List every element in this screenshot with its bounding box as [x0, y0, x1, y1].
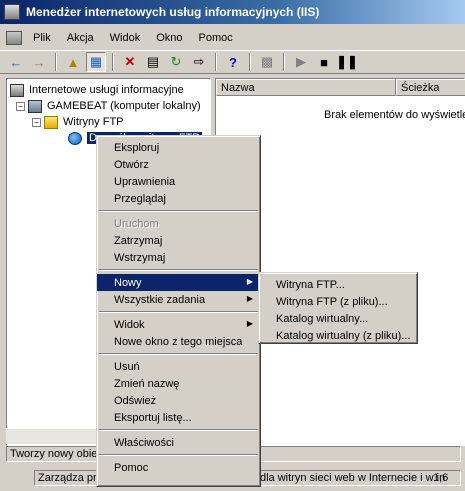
tree-item-label: Internetowe usługi informacyjne	[29, 84, 184, 96]
toolbar-separator	[112, 53, 114, 71]
delete-icon[interactable]: ✕	[120, 52, 140, 72]
folder-icon	[44, 115, 58, 129]
menu-akcja[interactable]: Akcja	[60, 30, 101, 46]
menu-separator	[97, 308, 260, 316]
menu-item-pomoc[interactable]: Pomoc	[97, 459, 260, 476]
toolbar-separator	[249, 53, 251, 71]
menu-item-eksportuj-liste[interactable]: Eksportuj listę...	[97, 409, 260, 426]
menu-plik[interactable]: Plik	[26, 30, 58, 46]
list-header: Nazwa Ścieżka	[216, 79, 465, 96]
menu-separator	[97, 426, 260, 434]
window-title: Menedżer internetowych usług informacyjn…	[26, 5, 320, 19]
menu-separator	[97, 350, 260, 358]
menu-item-katalog-wirtualny-z-pliku[interactable]: Katalog wirtualny (z pliku)...	[259, 327, 417, 344]
tree-item-computer[interactable]: − GAMEBEAT (komputer lokalny)	[16, 98, 201, 114]
ftp-site-icon	[68, 131, 82, 145]
status-bar-text-3: 1,6	[433, 472, 449, 484]
menu-item-otworz[interactable]: Otwórz	[97, 156, 260, 173]
menu-item-nowy[interactable]: Nowy ▶	[97, 274, 260, 291]
toolbar-separator	[55, 53, 57, 71]
up-folder-icon[interactable]: ▲	[63, 52, 83, 72]
menu-item-przegladaj[interactable]: Przeglądaj	[97, 190, 260, 207]
menu-separator	[97, 207, 260, 215]
play-icon[interactable]: ▶	[291, 52, 311, 72]
submenu-arrow-icon: ▶	[246, 319, 253, 328]
status-bar-text: Zarządza pr	[38, 472, 97, 484]
column-header-path[interactable]: Ścieżka	[396, 79, 465, 96]
submenu-nowy: Witryna FTP... Witryna FTP (z pliku)... …	[258, 272, 418, 344]
toolbar-separator	[215, 53, 217, 71]
menu-item-wlasciwosci[interactable]: Właściwości	[97, 434, 260, 451]
status-bar-text-2: dla witryn sieci web w Internecie i w in	[260, 472, 446, 484]
show-tree-icon[interactable]: ▦	[86, 52, 106, 72]
collapse-icon[interactable]: −	[16, 101, 25, 111]
menu-item-zatrzymaj[interactable]: Zatrzymaj	[97, 232, 260, 249]
menu-item-eksploruj[interactable]: Eksploruj	[97, 139, 260, 156]
tree-item-iis-root[interactable]: Internetowe usługi informacyjne	[10, 82, 184, 98]
forward-icon[interactable]: →	[29, 52, 49, 72]
menu-item-label: Widok	[114, 318, 145, 331]
toolbar-separator	[283, 53, 285, 71]
column-header-name[interactable]: Nazwa	[216, 79, 396, 96]
menu-item-odswiez[interactable]: Odśwież	[97, 392, 260, 409]
menu-bar: Plik Akcja Widok Okno Pomoc	[0, 27, 465, 49]
stop-icon[interactable]: ■	[314, 52, 334, 72]
menu-pomoc[interactable]: Pomoc	[192, 30, 240, 46]
menu-item-wszystkie-zadania[interactable]: Wszystkie zadania ▶	[97, 291, 260, 308]
tree-item-ftp-sites[interactable]: − Witryny FTP	[32, 114, 124, 130]
tree-item-label: Witryny FTP	[63, 116, 124, 128]
menu-separator	[97, 451, 260, 459]
menu-item-widok[interactable]: Widok ▶	[97, 316, 260, 333]
collapse-icon[interactable]: −	[32, 117, 41, 127]
properties-icon[interactable]: ▤	[143, 52, 163, 72]
menu-okno[interactable]: Okno	[149, 30, 189, 46]
menu-item-label: Nowy	[114, 276, 142, 289]
submenu-arrow-icon: ▶	[246, 294, 253, 303]
menu-widok[interactable]: Widok	[103, 30, 148, 46]
menu-item-zmien-nazwe[interactable]: Zmień nazwę	[97, 375, 260, 392]
menu-item-uprawnienia[interactable]: Uprawnienia	[97, 173, 260, 190]
help-icon[interactable]: ?	[223, 52, 243, 72]
context-menu: Eksploruj Otwórz Uprawnienia Przeglądaj …	[96, 135, 261, 487]
iis-app-icon	[4, 4, 20, 20]
submenu-arrow-icon: ▶	[246, 277, 253, 286]
pause-icon[interactable]: ❚❚	[336, 52, 358, 72]
refresh-icon[interactable]: ↻	[166, 52, 186, 72]
iis-root-icon	[10, 83, 24, 97]
back-icon[interactable]: ←	[6, 52, 26, 72]
menu-item-usun[interactable]: Usuń	[97, 358, 260, 375]
title-bar[interactable]: Menedżer internetowych usług informacyjn…	[0, 0, 465, 24]
export-list-icon[interactable]: ⇨	[189, 52, 209, 72]
menu-item-uruchom[interactable]: Uruchom	[97, 215, 260, 232]
computer-icon	[28, 99, 42, 113]
tree-item-label: GAMEBEAT (komputer lokalny)	[47, 100, 201, 112]
menu-item-witryna-ftp[interactable]: Witryna FTP...	[259, 276, 417, 293]
menu-item-katalog-wirtualny[interactable]: Katalog wirtualny...	[259, 310, 417, 327]
menu-item-nowe-okno[interactable]: Nowe okno z tego miejsca	[97, 333, 260, 350]
menu-separator	[97, 266, 260, 274]
menu-item-wstrzymaj[interactable]: Wstrzymaj	[97, 249, 260, 266]
empty-list-message: Brak elementów do wyświetlenia	[324, 109, 465, 121]
menu-item-label: Wszystkie zadania	[114, 293, 206, 306]
menu-item-witryna-ftp-z-pliku[interactable]: Witryna FTP (z pliku)...	[259, 293, 417, 310]
toolbar: ← → ▲ ▦ ✕ ▤ ↻ ⇨ ? ▩ ▶ ■ ❚❚	[0, 50, 465, 74]
system-menu-icon[interactable]	[6, 31, 22, 45]
computer-icon[interactable]: ▩	[257, 52, 277, 72]
